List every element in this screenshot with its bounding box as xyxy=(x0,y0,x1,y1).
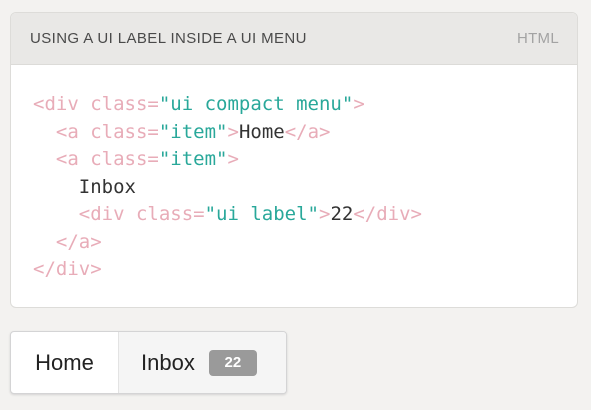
compact-menu: Home Inbox 22 xyxy=(10,331,287,394)
code-token: "ui compact menu" xyxy=(158,93,354,115)
code-token: <a xyxy=(55,120,91,143)
code-token: "ui label" xyxy=(204,203,319,225)
code-example-card: USING A UI LABEL INSIDE A UI MENU HTML <… xyxy=(10,12,578,308)
code-token: </a> xyxy=(284,120,331,143)
code-token: "item" xyxy=(158,120,228,143)
code-token: Inbox xyxy=(33,175,136,198)
code-token: </a> xyxy=(55,230,102,253)
code-token: > xyxy=(227,120,239,143)
menu-item-home[interactable]: Home xyxy=(11,332,118,393)
code-token: <div xyxy=(78,203,136,225)
code-token: > xyxy=(227,148,239,170)
code-block: <div class="ui compact menu"> <a class="… xyxy=(11,65,577,284)
code-line: Inbox xyxy=(33,174,577,202)
code-line: <a class="item"> xyxy=(33,146,577,174)
code-token: </div> xyxy=(353,203,422,225)
code-token: </div> xyxy=(33,258,102,280)
code-token: <a xyxy=(55,148,91,170)
code-line: <div class="ui compact menu"> xyxy=(33,91,577,119)
menu-item-inbox[interactable]: Inbox 22 xyxy=(118,332,286,393)
code-token: > xyxy=(319,203,331,225)
code-token: "item" xyxy=(158,148,228,170)
code-token: class= xyxy=(90,93,159,115)
code-token: class= xyxy=(90,148,159,170)
code-token: Home xyxy=(238,120,285,143)
code-line: <a class="item">Home</a> xyxy=(33,119,577,147)
inbox-count-badge: 22 xyxy=(208,349,257,376)
code-token: 22 xyxy=(330,203,354,225)
code-token: class= xyxy=(90,120,159,143)
example-title: USING A UI LABEL INSIDE A UI MENU xyxy=(30,30,307,47)
code-token: > xyxy=(353,93,365,115)
menu-item-label: Inbox xyxy=(141,349,195,375)
code-token: class= xyxy=(135,203,205,225)
code-line: </div> xyxy=(33,256,577,284)
code-language-label[interactable]: HTML xyxy=(517,30,559,47)
code-line: <div class="ui label">22</div> xyxy=(33,201,577,229)
code-line: </a> xyxy=(33,229,577,257)
menu-item-label: Home xyxy=(35,349,94,375)
code-token: <div xyxy=(33,93,91,115)
card-header: USING A UI LABEL INSIDE A UI MENU HTML xyxy=(11,13,577,65)
